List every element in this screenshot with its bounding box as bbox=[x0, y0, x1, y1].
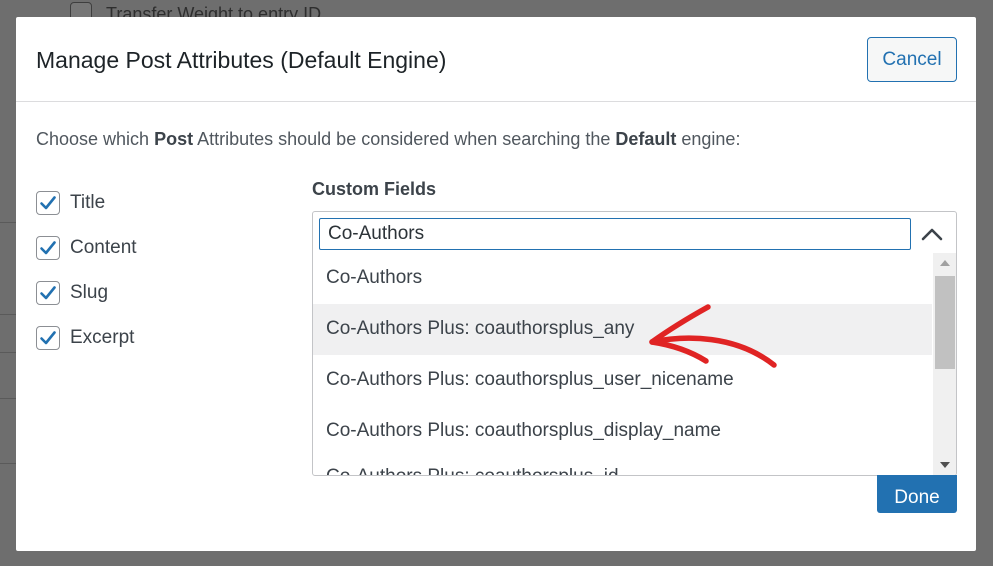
checkbox-excerpt[interactable] bbox=[36, 326, 60, 350]
scroll-up-icon[interactable] bbox=[933, 253, 956, 273]
done-button[interactable]: Done bbox=[877, 475, 957, 513]
intro-part: Attributes should be considered when sea… bbox=[193, 129, 616, 149]
attribute-list: Title Content Slug Excerpt bbox=[36, 189, 137, 369]
scroll-down-icon[interactable] bbox=[933, 455, 956, 475]
background-divider bbox=[0, 463, 16, 464]
intro-part: Choose which bbox=[36, 129, 155, 149]
cancel-button[interactable]: Cancel bbox=[867, 37, 957, 82]
intro-part: engine: bbox=[676, 129, 741, 149]
annotation-arrow-icon bbox=[649, 304, 777, 368]
attribute-title[interactable]: Title bbox=[36, 189, 137, 234]
attribute-content[interactable]: Content bbox=[36, 234, 137, 279]
list-item[interactable]: Co-Authors Plus: coauthorsplus_display_n… bbox=[313, 406, 932, 457]
checkmark-icon bbox=[40, 286, 56, 300]
list-item[interactable]: Co-Authors Plus: coauthorsplus_any bbox=[313, 304, 932, 355]
list-item[interactable]: Co-Authors Plus: coauthorsplus_id bbox=[313, 457, 932, 475]
attribute-slug[interactable]: Slug bbox=[36, 279, 137, 324]
intro-bold-default: Default bbox=[615, 129, 677, 149]
chevron-up-icon[interactable] bbox=[918, 222, 946, 246]
background-divider bbox=[0, 398, 16, 399]
manage-attributes-modal: Manage Post Attributes (Default Engine) … bbox=[16, 17, 976, 551]
checkmark-icon bbox=[40, 331, 56, 345]
attribute-label: Excerpt bbox=[70, 327, 135, 348]
checkmark-icon bbox=[40, 241, 56, 255]
scrollbar-thumb[interactable] bbox=[935, 276, 955, 369]
background-divider bbox=[0, 352, 16, 353]
background-divider bbox=[0, 222, 16, 223]
attribute-excerpt[interactable]: Excerpt bbox=[36, 324, 137, 369]
options-scrollbar[interactable] bbox=[933, 253, 956, 475]
background-divider bbox=[0, 314, 16, 315]
list-item[interactable]: Co-Authors bbox=[313, 253, 932, 304]
checkbox-content[interactable] bbox=[36, 236, 60, 260]
checkbox-title[interactable] bbox=[36, 191, 60, 215]
modal-title: Manage Post Attributes (Default Engine) bbox=[36, 47, 447, 73]
custom-fields-search-input[interactable] bbox=[319, 218, 911, 250]
intro-text: Choose which Post Attributes should be c… bbox=[36, 129, 740, 150]
custom-fields-options: Co-Authors Co-Authors Plus: coauthorsplu… bbox=[313, 253, 932, 475]
checkmark-icon bbox=[40, 196, 56, 210]
list-item[interactable]: Co-Authors Plus: coauthorsplus_user_nice… bbox=[313, 355, 932, 406]
intro-bold-post: Post bbox=[154, 129, 194, 149]
attribute-label: Content bbox=[70, 237, 137, 258]
custom-fields-label: Custom Fields bbox=[312, 179, 437, 199]
custom-fields-select[interactable]: Co-Authors Co-Authors Plus: coauthorsplu… bbox=[312, 211, 957, 476]
attribute-label: Slug bbox=[70, 282, 109, 303]
modal-header: Manage Post Attributes (Default Engine) … bbox=[16, 17, 976, 102]
checkbox-slug[interactable] bbox=[36, 281, 60, 305]
attribute-label: Title bbox=[70, 192, 106, 213]
